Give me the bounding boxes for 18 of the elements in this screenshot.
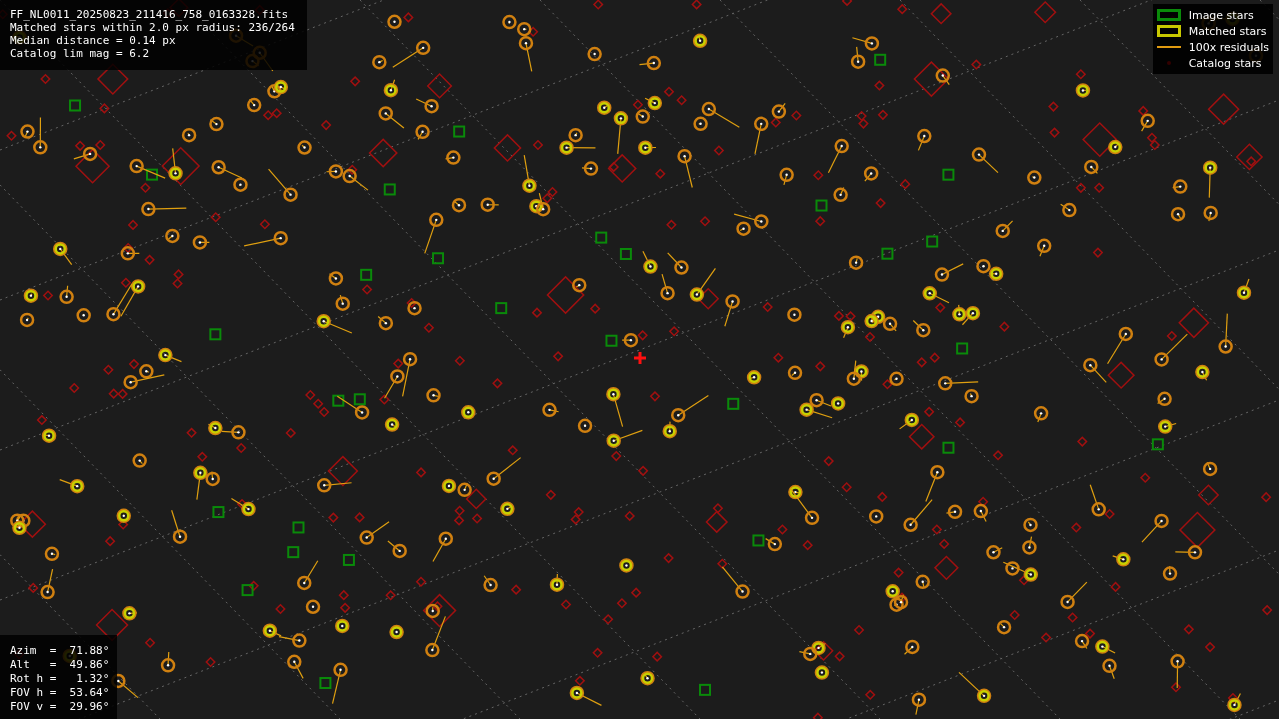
pointing-text: FOV h = 53.64° bbox=[10, 686, 110, 699]
dot-icon bbox=[1166, 61, 1171, 65]
legend-label: Catalog stars bbox=[1188, 56, 1262, 70]
info-text: Catalog lim mag = 6.2 bbox=[10, 47, 151, 60]
info-text: Matched stars within 2.0 px radius: 236/264 bbox=[10, 21, 295, 34]
legend-label: Image stars bbox=[1188, 8, 1254, 22]
legend-label: 100x residuals bbox=[1188, 40, 1269, 54]
info-text: FF_NL0011_20250823_211416_758_0163328.fits bbox=[10, 8, 290, 21]
line-icon bbox=[1156, 45, 1181, 49]
info-text: Median distance = 0.14 px bbox=[10, 34, 177, 47]
square-outline-icon bbox=[1156, 25, 1181, 37]
pointing-text: Rot h = 1.32° bbox=[10, 672, 110, 685]
pointing-text: FOV v = 29.96° bbox=[10, 700, 110, 713]
square-outline-icon bbox=[1156, 9, 1181, 21]
pointing-text: Alt = 49.86° bbox=[10, 658, 110, 671]
pointing-text: Azim = 71.88° bbox=[10, 644, 110, 657]
cross-icon bbox=[634, 352, 646, 364]
legend-label: Matched stars bbox=[1188, 24, 1267, 38]
